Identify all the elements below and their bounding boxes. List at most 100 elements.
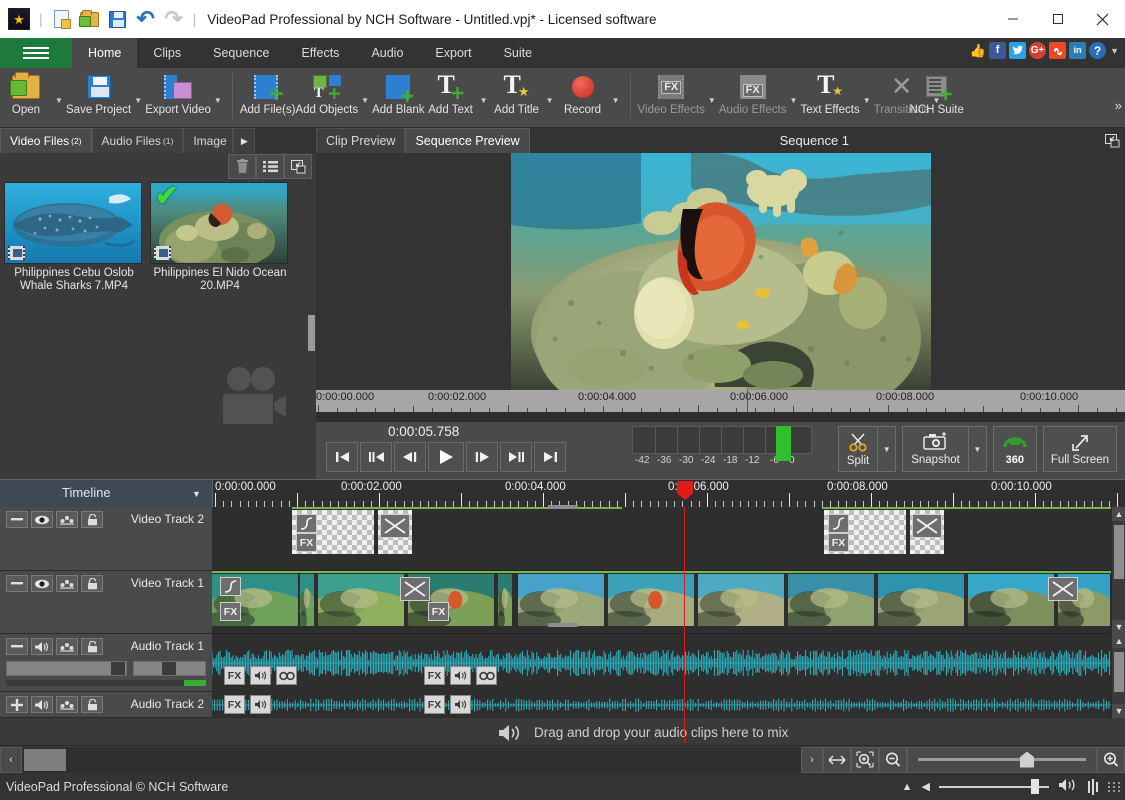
fade-icon-2[interactable] (828, 514, 849, 533)
add-objects-button[interactable]: T Add Objects (295, 68, 358, 126)
add-title-dropdown-caret[interactable]: ▼ (543, 68, 557, 126)
tab-suite[interactable]: Suite (488, 38, 549, 68)
ribbon-overflow-button[interactable]: » (1115, 98, 1122, 113)
scroll-up-icon[interactable]: ▲ (1112, 507, 1125, 521)
text-effects-dropdown-caret[interactable]: ▼ (860, 68, 874, 126)
scroll-up-icon-2[interactable]: ▲ (1112, 634, 1125, 648)
zoom-in-icon[interactable] (1097, 747, 1125, 773)
timeline-ruler[interactable]: 0:00:00.000 0:00:02.000 0:00:04.000 0:00… (212, 480, 1125, 508)
fit-width-icon[interactable] (823, 747, 851, 773)
tab-export[interactable]: Export (419, 38, 487, 68)
list-view-icon[interactable] (256, 154, 284, 179)
video-clip-thumb[interactable] (300, 574, 314, 626)
zoom-to-selection-icon[interactable] (851, 747, 879, 773)
snapshot-dropdown-caret[interactable]: ▼ (968, 427, 986, 471)
google-plus-icon[interactable]: G+ (1029, 42, 1046, 59)
audio-speaker-badge-1[interactable] (250, 666, 271, 685)
volume-slider[interactable] (939, 779, 1049, 795)
track-area-video-1[interactable]: FX FX (212, 571, 1111, 634)
media-item-2-thumbnail[interactable]: ✔ (150, 182, 288, 264)
scroll-left-icon[interactable]: ‹ (0, 747, 22, 773)
step-forward-button[interactable] (466, 442, 498, 472)
scroll-right-icon[interactable]: › (801, 747, 823, 773)
audio-fx-badge-1[interactable]: FX (224, 666, 245, 685)
lock-icon[interactable] (81, 511, 103, 528)
bin-tabs-next-arrow-icon[interactable]: ▶ (233, 128, 255, 153)
video-clip-thumb[interactable] (608, 574, 694, 626)
facebook-icon[interactable]: f (989, 42, 1006, 59)
previous-clip-button[interactable] (360, 442, 392, 472)
help-icon[interactable]: ? (1089, 42, 1106, 59)
snapshot-button[interactable]: Snapshot (903, 427, 968, 471)
expand-up-icon[interactable]: ▲ (902, 781, 913, 793)
add-text-dropdown-caret[interactable]: ▼ (477, 68, 491, 126)
export-video-dropdown-caret[interactable]: ▼ (211, 68, 225, 126)
fx-badge-4[interactable]: FX (428, 602, 449, 621)
video-clip-thumb[interactable] (788, 574, 874, 626)
video-clip-thumb[interactable] (518, 574, 604, 626)
audio-1-volume-slider[interactable] (6, 661, 127, 676)
zoom-out-icon[interactable] (879, 747, 907, 773)
volume-down-icon[interactable]: ◀ (922, 780, 930, 793)
nch-suite-button[interactable]: NCH Suite (910, 68, 964, 126)
preview-popout-icon[interactable] (1099, 128, 1125, 153)
bin-tab-video-files[interactable]: Video Files (2) (0, 128, 92, 153)
lock-icon-2[interactable] (81, 575, 103, 592)
fade-icon-3[interactable] (220, 577, 241, 596)
video-clip-thumb[interactable] (498, 574, 512, 626)
fx-badge-3[interactable]: FX (220, 602, 241, 621)
video-effects-dropdown-caret[interactable]: ▼ (705, 68, 719, 126)
keyframe-icon-2[interactable] (56, 575, 78, 592)
lock-icon-3[interactable] (81, 638, 103, 655)
transition-icon-1[interactable] (380, 514, 410, 538)
timeline-hscroll-thumb[interactable] (24, 749, 66, 771)
scroll-down-icon[interactable]: ▼ (1112, 620, 1125, 634)
video-effects-button[interactable]: FX Video Effects (638, 68, 705, 126)
track-area-audio-1[interactable]: FX FX (212, 634, 1111, 692)
twitter-icon[interactable] (1009, 42, 1026, 59)
step-back-button[interactable] (394, 442, 426, 472)
audio-speaker-badge-4[interactable] (450, 695, 471, 714)
resize-grip-icon[interactable] (1108, 782, 1121, 792)
keyframe-icon[interactable] (56, 511, 78, 528)
new-project-icon[interactable] (50, 7, 74, 31)
fade-icon-1[interactable] (296, 514, 317, 533)
audio-effects-button[interactable]: FX Audio Effects (719, 68, 787, 126)
open-project-icon[interactable] (78, 7, 102, 31)
add-blank-button[interactable]: Add Blank (372, 68, 424, 126)
minimize-button[interactable] (990, 0, 1035, 38)
redo-icon[interactable]: ↷ (162, 7, 186, 31)
timeline-audio-scrollbar[interactable]: ▲ ▼ (1111, 634, 1125, 718)
transition-icon-4[interactable] (1048, 577, 1078, 601)
preview-ruler[interactable]: 0:00:00.000 0:00:02.000 0:00:04.000 0:00… (316, 390, 1125, 412)
audio-effects-dropdown-caret[interactable]: ▼ (786, 68, 800, 126)
open-dropdown-caret[interactable]: ▼ (52, 68, 66, 126)
timeline-playhead-drop[interactable] (684, 718, 685, 743)
save-project-dropdown-caret[interactable]: ▼ (131, 68, 145, 126)
close-button[interactable] (1080, 0, 1125, 38)
linkedin-icon[interactable]: in (1069, 42, 1086, 59)
volume-up-icon[interactable] (1058, 778, 1078, 795)
collapse-track-button-3[interactable] (6, 638, 28, 655)
fx-badge-1[interactable]: FX (296, 533, 317, 552)
add-files-button[interactable]: Add File(s) (240, 68, 296, 126)
transition-icon-2[interactable] (912, 514, 942, 538)
tab-effects[interactable]: Effects (285, 38, 355, 68)
split-button[interactable]: Split (839, 427, 877, 471)
play-pause-button[interactable] (500, 442, 532, 472)
media-bin-scroll-thumb[interactable] (308, 315, 315, 351)
timeline-playhead-marker[interactable] (677, 481, 693, 500)
help-dropdown-caret[interactable]: ▼ (1110, 46, 1119, 56)
track-area-audio-2[interactable]: FX FX (212, 692, 1111, 718)
timeline-video-scrollbar[interactable]: ▲ ▼ (1111, 507, 1125, 634)
track-area-video-2[interactable]: FX FX (212, 507, 1111, 571)
save-project-button[interactable]: Save Project (66, 68, 131, 126)
speaker-icon-2[interactable] (31, 696, 53, 713)
equalizer-icon[interactable] (1087, 779, 1099, 795)
audio-speaker-badge-2[interactable] (450, 666, 471, 685)
media-item-2[interactable]: ✔ Philippines El Nido Ocean 20.MP4 (150, 182, 290, 293)
split-dropdown-caret[interactable]: ▼ (877, 427, 895, 471)
keyframe-icon-3[interactable] (56, 638, 78, 655)
stumbleupon-icon[interactable] (1049, 42, 1066, 59)
timeline-zoom-slider[interactable] (907, 747, 1097, 773)
